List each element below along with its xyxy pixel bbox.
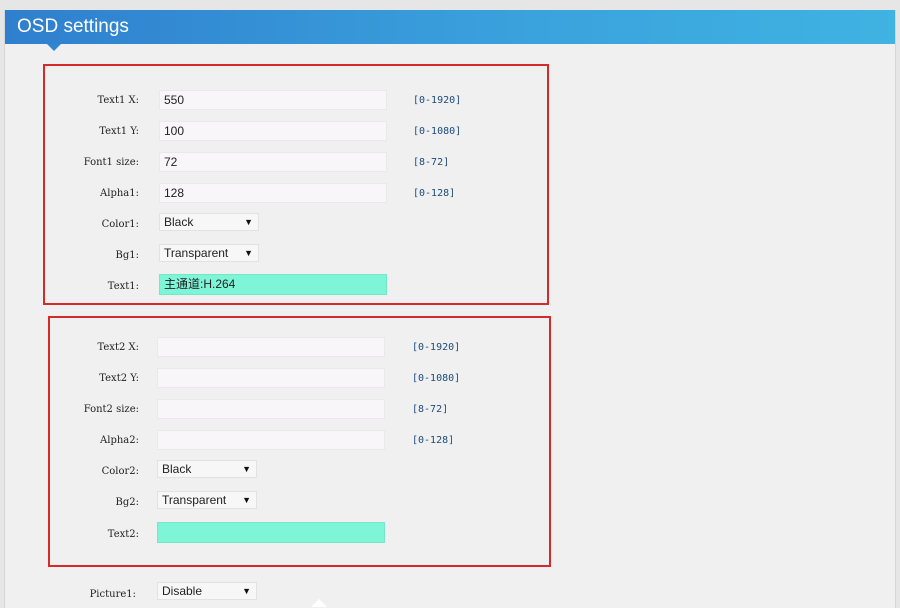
font2-size-label: Font2 size:	[83, 404, 139, 415]
text1-settings-group: Text1 X: 550 [0-1920] Text1 Y: 100 [0-10…	[43, 64, 549, 305]
text1-y-range: [0-1080]	[413, 126, 462, 137]
font2-size-row: Font2 size: [8-72]	[50, 399, 549, 421]
alpha1-input[interactable]: 128	[159, 183, 387, 203]
text2-y-range: [0-1080]	[412, 373, 461, 384]
alpha1-label: Alpha1:	[100, 188, 139, 199]
alpha2-range: [0-128]	[412, 435, 455, 446]
text2-y-label: Text2 Y:	[99, 373, 139, 384]
caret-up-icon	[311, 599, 327, 607]
text1-x-range: [0-1920]	[413, 95, 462, 106]
dropdown-arrow-icon: ▼	[244, 248, 253, 258]
text1-y-input[interactable]: 100	[159, 121, 387, 141]
text1-y-row: Text1 Y: 100 [0-1080]	[45, 121, 547, 143]
bg1-select[interactable]: Transparent ▼	[159, 244, 259, 262]
bg2-select[interactable]: Transparent ▼	[157, 491, 257, 509]
color1-selected-value: Black	[164, 215, 194, 229]
text2-label: Text2:	[107, 529, 139, 540]
text2-y-row: Text2 Y: [0-1080]	[50, 368, 549, 390]
text1-y-label: Text1 Y:	[99, 126, 139, 137]
color1-select[interactable]: Black ▼	[159, 213, 259, 231]
dropdown-arrow-icon: ▼	[242, 495, 251, 505]
text2-x-label: Text2 X:	[97, 342, 140, 353]
header-pointer-icon	[47, 44, 61, 51]
picture1-select[interactable]: Disable ▼	[157, 582, 257, 600]
font1-size-input[interactable]: 72	[159, 152, 387, 172]
text2-x-row: Text2 X: [0-1920]	[50, 337, 549, 359]
bg1-label: Bg1:	[115, 250, 139, 261]
color2-label: Color2:	[101, 466, 139, 477]
alpha2-label: Alpha2:	[100, 435, 139, 446]
color2-select[interactable]: Black ▼	[157, 460, 257, 478]
alpha1-row: Alpha1: 128 [0-128]	[45, 183, 547, 205]
picture1-label: Picture1:	[89, 589, 136, 600]
text2-x-input[interactable]	[157, 337, 385, 357]
page-header: OSD settings	[5, 10, 895, 44]
text2-y-input[interactable]	[157, 368, 385, 388]
alpha2-row: Alpha2: [0-128]	[50, 430, 549, 452]
text1-x-label: Text1 X:	[97, 95, 140, 106]
alpha2-input[interactable]	[157, 430, 385, 450]
bg2-label: Bg2:	[115, 497, 139, 508]
page-title: OSD settings	[17, 16, 129, 37]
dropdown-arrow-icon: ▼	[242, 586, 251, 596]
color2-row: Color2: Black ▼	[50, 460, 549, 483]
text2-input[interactable]	[157, 522, 385, 543]
picture1-row: Picture1: Disable ▼	[46, 582, 546, 604]
text2-x-range: [0-1920]	[412, 342, 461, 353]
text1-input[interactable]: 主通道:H.264	[159, 274, 387, 295]
alpha1-range: [0-128]	[413, 188, 456, 199]
font2-size-range: [8-72]	[412, 404, 449, 415]
bg2-row: Bg2: Transparent ▼	[50, 491, 549, 514]
text1-x-row: Text1 X: 550 [0-1920]	[45, 90, 547, 112]
picture1-selected-value: Disable	[162, 584, 203, 598]
bg1-selected-value: Transparent	[164, 246, 229, 260]
color1-label: Color1:	[101, 219, 139, 230]
text2-row: Text2:	[50, 522, 549, 544]
dropdown-arrow-icon: ▼	[244, 217, 253, 227]
bg1-row: Bg1: Transparent ▼	[45, 244, 547, 267]
text2-settings-group: Text2 X: [0-1920] Text2 Y: [0-1080] Font…	[48, 316, 551, 567]
color2-selected-value: Black	[162, 462, 192, 476]
font2-size-input[interactable]	[157, 399, 385, 419]
font1-size-range: [8-72]	[413, 157, 450, 168]
color1-row: Color1: Black ▼	[45, 213, 547, 236]
dropdown-arrow-icon: ▼	[242, 464, 251, 474]
font1-size-row: Font1 size: 72 [8-72]	[45, 152, 547, 174]
font1-size-label: Font1 size:	[83, 157, 139, 168]
text1-x-input[interactable]: 550	[159, 90, 387, 110]
text1-label: Text1:	[107, 281, 139, 292]
bg2-selected-value: Transparent	[162, 493, 227, 507]
text1-row: Text1: 主通道:H.264	[45, 274, 547, 296]
